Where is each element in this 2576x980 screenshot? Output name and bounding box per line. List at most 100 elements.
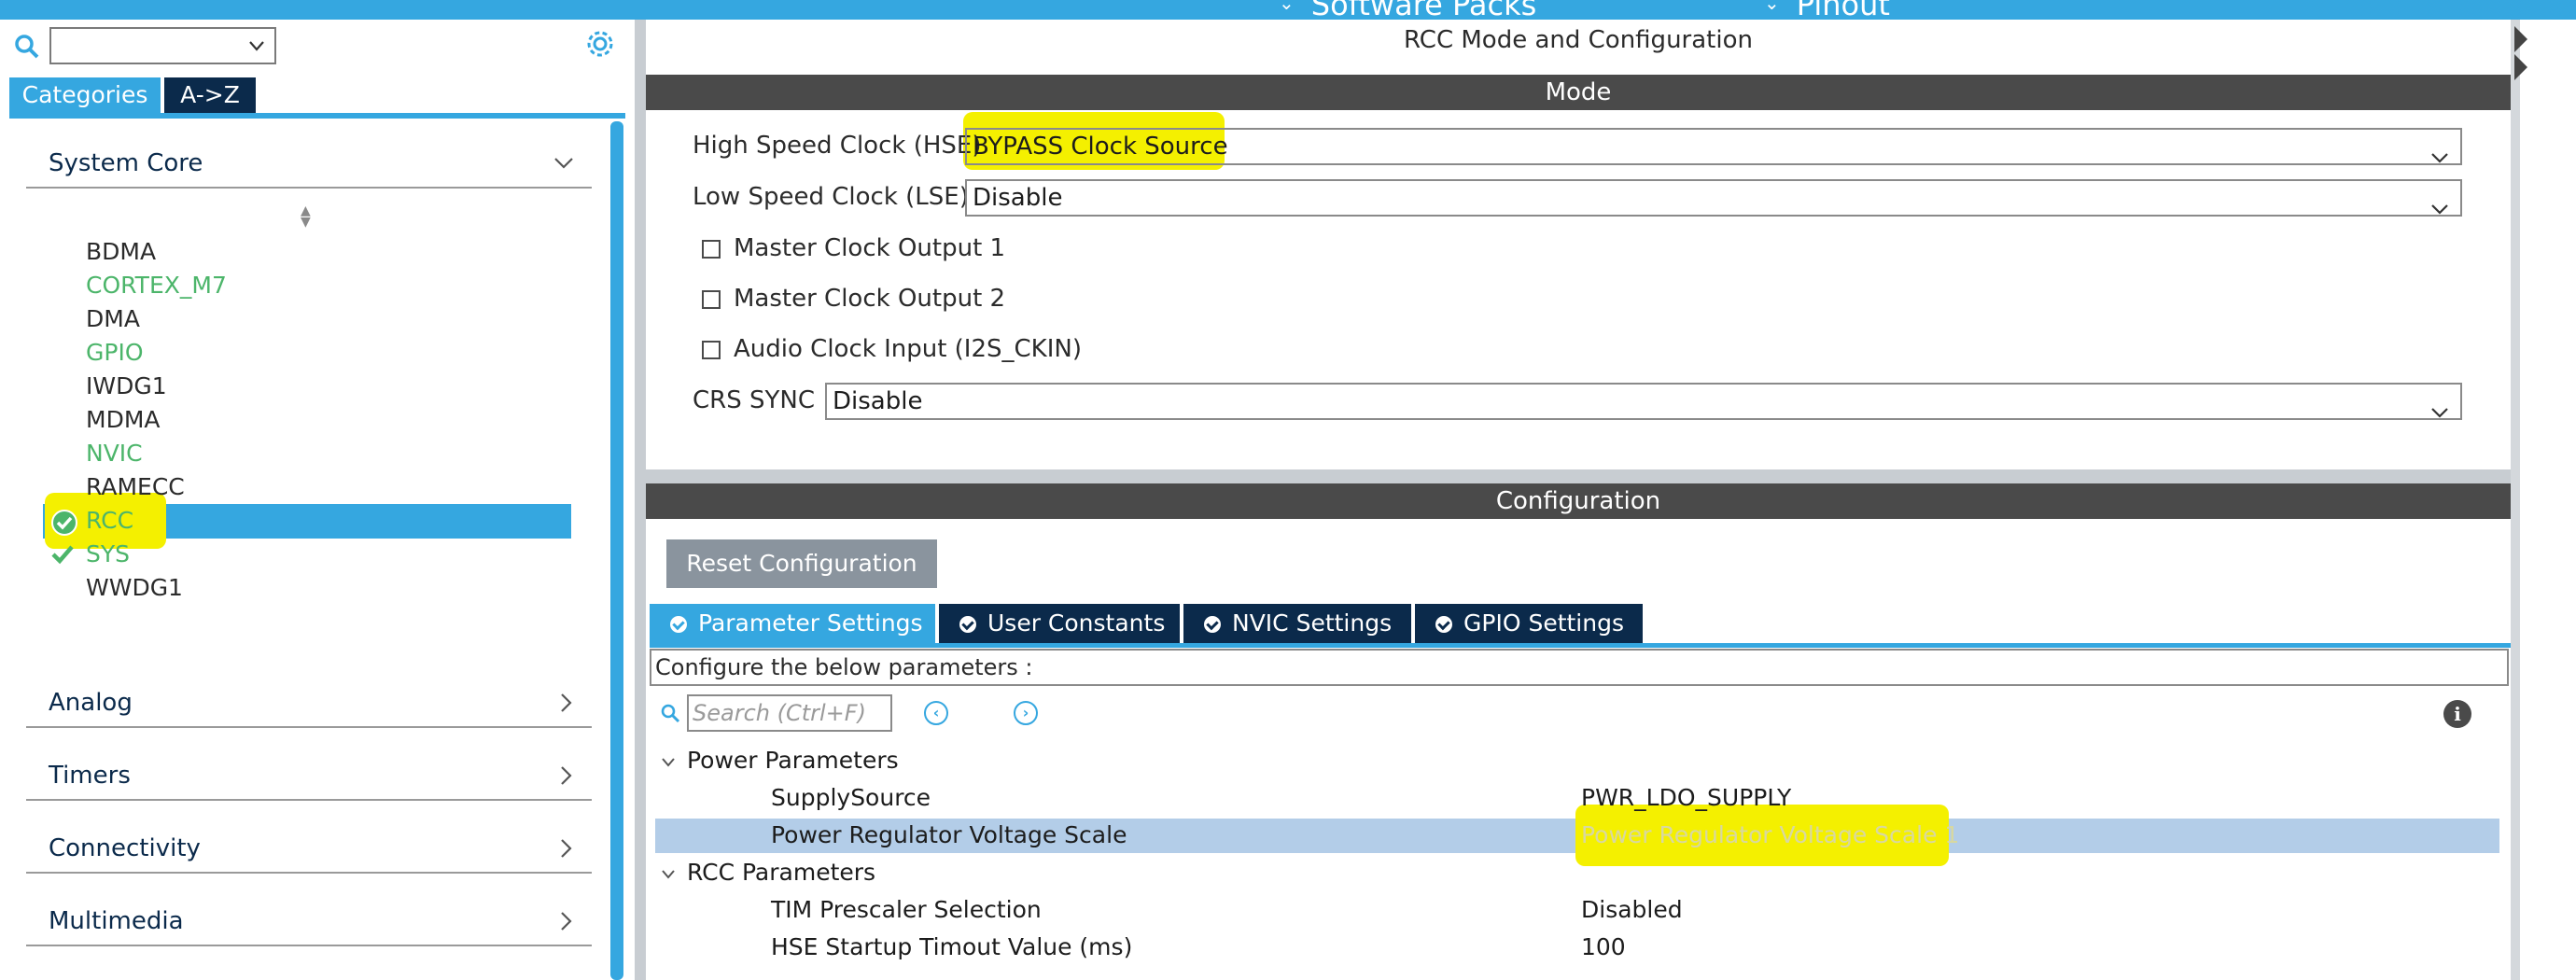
peripheral-sys[interactable]: SYS: [86, 540, 130, 567]
pinout-label: Pinout: [1796, 0, 1890, 20]
chevron-down-icon: ⌄: [1279, 0, 1295, 14]
tab-categories[interactable]: Categories: [9, 77, 161, 113]
tab-user-constants[interactable]: User Constants: [939, 604, 1180, 643]
category-label: Connectivity: [49, 834, 201, 862]
chevron-right-icon: [556, 825, 575, 888]
param-value-voltage-scale[interactable]: Power Regulator Voltage Scale 1: [1581, 821, 1959, 848]
category-label: Timers: [49, 762, 131, 790]
chevron-right-icon: [556, 679, 575, 742]
sort-arrows-icon[interactable]: ▲ ▼: [301, 204, 311, 229]
group-power-parameters[interactable]: Power Parameters: [661, 747, 899, 774]
page-title: RCC Mode and Configuration: [1404, 26, 1753, 54]
chevron-down-icon: [2430, 140, 2449, 174]
category-label: System Core: [49, 149, 203, 177]
chevron-down-icon: [2430, 395, 2449, 428]
configuration-header: Configuration: [646, 483, 2511, 519]
lse-label: Low Speed Clock (LSE): [693, 183, 969, 211]
tab-gpio-settings[interactable]: GPIO Settings: [1415, 604, 1643, 643]
software-packs-label: Software Packs: [1310, 0, 1537, 20]
hse-label: High Speed Clock (HSE): [693, 132, 982, 160]
category-label: Multimedia: [49, 907, 184, 935]
peripheral-bdma[interactable]: BDMA: [86, 238, 156, 265]
top-toolbar: ⌄ Software Packs ⌄ Pinout: [0, 0, 2576, 20]
collapse-arrow-icon[interactable]: [2514, 54, 2527, 80]
tab-parameter-settings[interactable]: Parameter Settings: [650, 604, 935, 643]
peripheral-iwdg1[interactable]: IWDG1: [86, 372, 167, 399]
next-result-button[interactable]: ›: [1014, 701, 1038, 725]
group-label: RCC Parameters: [687, 859, 876, 886]
category-connectivity[interactable]: Connectivity: [26, 825, 592, 874]
tab-a-z[interactable]: A->Z: [164, 77, 256, 113]
mco2-label: Master Clock Output 2: [734, 285, 1006, 313]
collapse-arrow-icon[interactable]: [2514, 26, 2527, 52]
search-icon: [659, 702, 681, 728]
crs-sync-label: CRS SYNC: [693, 386, 815, 414]
param-name-hse-startup[interactable]: HSE Startup Timout Value (ms): [771, 933, 1132, 960]
tab-underline: [650, 643, 2511, 648]
parameter-search-input[interactable]: Search (Ctrl+F): [687, 694, 892, 732]
category-analog[interactable]: Analog: [26, 679, 592, 728]
category-system-core[interactable]: System Core: [26, 140, 592, 189]
mco1-checkbox[interactable]: [702, 240, 721, 259]
tab-label: Parameter Settings: [698, 609, 923, 637]
crs-sync-select[interactable]: Disable: [825, 383, 2462, 420]
chevron-down-icon: [661, 859, 676, 886]
param-name-supply-source[interactable]: SupplySource: [771, 784, 931, 811]
tab-label: User Constants: [987, 609, 1166, 637]
peripheral-mdma[interactable]: MDMA: [86, 406, 161, 433]
reset-configuration-button[interactable]: Reset Configuration: [666, 539, 937, 588]
chevron-right-icon: [556, 898, 575, 960]
mco1-label: Master Clock Output 1: [734, 234, 1006, 262]
check-icon: [50, 543, 75, 569]
chevron-down-icon: [2430, 191, 2449, 225]
peripheral-dma[interactable]: DMA: [86, 305, 140, 332]
chevron-down-icon: [553, 140, 575, 203]
check-circle-icon: [1435, 616, 1452, 633]
peripheral-ramecc[interactable]: RAMECC: [86, 473, 185, 500]
pinout-menu[interactable]: ⌄ Pinout: [1764, 0, 1890, 20]
tab-label: GPIO Settings: [1463, 609, 1624, 637]
search-combo[interactable]: [49, 27, 276, 64]
chevron-down-icon: ⌄: [1764, 0, 1780, 14]
category-timers[interactable]: Timers: [26, 752, 592, 801]
tab-nvic-settings[interactable]: NVIC Settings: [1183, 604, 1411, 643]
hse-select[interactable]: BYPASS Clock Source: [965, 128, 2462, 165]
category-multimedia[interactable]: Multimedia: [26, 898, 592, 946]
configure-label: Configure the below parameters :: [650, 649, 2509, 686]
crs-sync-value: Disable: [833, 387, 923, 415]
gear-icon[interactable]: [584, 28, 616, 63]
tab-label: NVIC Settings: [1232, 609, 1393, 637]
section-separator: [646, 469, 2511, 483]
category-label: Analog: [49, 689, 133, 717]
hse-value: BYPASS Clock Source: [973, 133, 1228, 161]
search-icon[interactable]: [13, 33, 41, 64]
peripheral-gpio[interactable]: GPIO: [86, 339, 144, 366]
param-value-tim-prescaler[interactable]: Disabled: [1581, 896, 1683, 923]
panel-divider[interactable]: [635, 20, 646, 980]
tab-underline: [9, 113, 625, 119]
check-circle-icon: [50, 509, 78, 540]
audio-clock-checkbox[interactable]: [702, 341, 721, 359]
mco2-checkbox[interactable]: [702, 290, 721, 309]
peripheral-cortex-m7[interactable]: CORTEX_M7: [86, 272, 227, 299]
right-edge-area: [2520, 20, 2576, 980]
lse-value: Disable: [973, 184, 1063, 212]
check-circle-icon: [1204, 616, 1221, 633]
lse-select[interactable]: Disable: [965, 179, 2462, 217]
param-value-hse-startup[interactable]: 100: [1581, 933, 1626, 960]
left-scrollbar[interactable]: [610, 121, 623, 980]
peripheral-wwdg1[interactable]: WWDG1: [86, 574, 183, 601]
peripheral-rcc[interactable]: RCC: [86, 507, 133, 534]
group-rcc-parameters[interactable]: RCC Parameters: [661, 859, 875, 886]
software-packs-menu[interactable]: ⌄ Software Packs: [1279, 0, 1536, 20]
chevron-down-icon: [248, 38, 265, 56]
param-name-voltage-scale[interactable]: Power Regulator Voltage Scale: [771, 821, 1127, 848]
peripheral-nvic[interactable]: NVIC: [86, 440, 143, 467]
audio-clock-label: Audio Clock Input (I2S_CKIN): [734, 335, 1082, 363]
chevron-down-icon: [661, 747, 676, 774]
check-circle-icon: [959, 616, 976, 633]
info-icon[interactable]: i: [2443, 700, 2471, 728]
param-name-tim-prescaler[interactable]: TIM Prescaler Selection: [771, 896, 1042, 923]
previous-result-button[interactable]: ‹: [924, 701, 948, 725]
param-value-supply-source[interactable]: PWR_LDO_SUPPLY: [1581, 784, 1791, 811]
